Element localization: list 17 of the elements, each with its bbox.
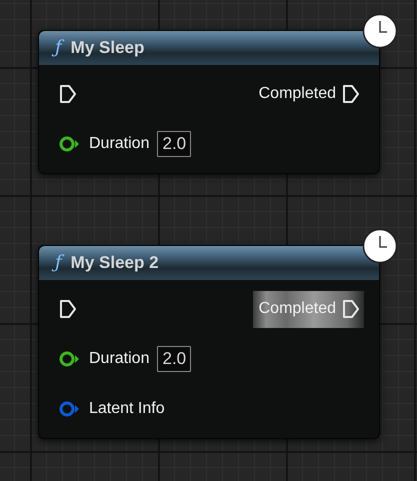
- exec-output-pin[interactable]: Completed: [252, 76, 364, 112]
- value-field[interactable]: 2.0: [157, 346, 192, 372]
- node-title: My Sleep: [70, 37, 144, 60]
- data-pin-icon[interactable]: [59, 136, 81, 152]
- node-title: My Sleep 2: [70, 252, 159, 274]
- pin-label: Duration: [89, 349, 150, 369]
- data-pin-icon[interactable]: [59, 401, 81, 417]
- pin-label: Duration: [89, 134, 150, 154]
- graph-node[interactable]: ƒ My Sleep 2 Completed Duration 2.0 Latent Info: [38, 245, 380, 439]
- graph-node[interactable]: ƒ My Sleep Completed Duration 2.0: [38, 30, 380, 174]
- value-field[interactable]: 2.0: [157, 131, 192, 157]
- exec-pin-icon[interactable]: [342, 299, 360, 319]
- data-pin-icon[interactable]: [59, 351, 81, 367]
- exec-pin-icon[interactable]: [342, 84, 360, 104]
- pin-label: Latent Info: [89, 399, 165, 419]
- exec-pin-icon[interactable]: [59, 84, 77, 104]
- exec-pin-icon[interactable]: [59, 299, 77, 319]
